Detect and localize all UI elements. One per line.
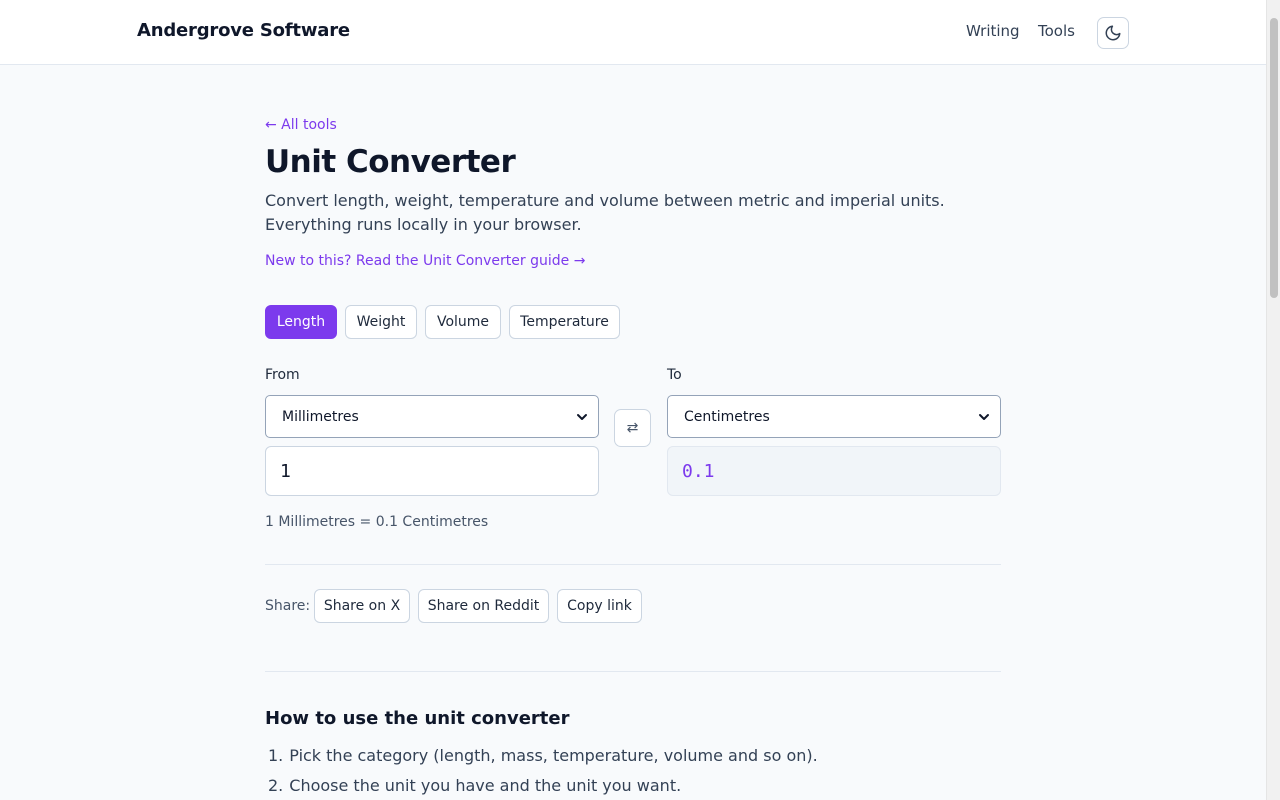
description-line-1: Convert length, weight, temperature and … bbox=[265, 191, 945, 210]
category-length-button[interactable]: Length bbox=[265, 305, 337, 339]
step-number: 2. bbox=[268, 776, 284, 795]
scrollbar-thumb[interactable] bbox=[1270, 18, 1278, 298]
divider bbox=[265, 564, 1001, 565]
chevron-down-icon bbox=[979, 414, 989, 420]
step-number: 1. bbox=[268, 746, 284, 765]
share-reddit-button[interactable]: Share on Reddit bbox=[418, 589, 549, 623]
from-unit-select[interactable]: Millimetres bbox=[265, 395, 599, 438]
from-label: From bbox=[265, 367, 300, 383]
step-text: Choose the unit you have and the unit yo… bbox=[289, 776, 682, 795]
moon-icon bbox=[1105, 25, 1121, 41]
site-header: Andergrove Software Writing Tools bbox=[0, 0, 1266, 65]
all-tools-link[interactable]: ← All tools bbox=[265, 117, 337, 133]
to-value-output: 0.1 bbox=[667, 446, 1001, 496]
share-x-button[interactable]: Share on X bbox=[314, 589, 410, 623]
list-item: 1. Pick the category (length, mass, tempe… bbox=[265, 744, 818, 774]
howto-steps: 1. Pick the category (length, mass, tempe… bbox=[265, 744, 818, 800]
guide-link[interactable]: New to this? Read the Unit Converter gui… bbox=[265, 253, 585, 269]
nav-writing-link[interactable]: Writing bbox=[966, 22, 1020, 40]
page-description: Convert length, weight, temperature and … bbox=[265, 189, 965, 237]
category-weight-button[interactable]: Weight bbox=[345, 305, 417, 339]
page-scrollbar[interactable] bbox=[1266, 0, 1280, 800]
page-title: Unit Converter bbox=[265, 144, 516, 180]
chevron-down-icon bbox=[577, 414, 587, 420]
from-unit-value: Millimetres bbox=[282, 408, 359, 425]
category-volume-button[interactable]: Volume bbox=[425, 305, 501, 339]
to-unit-value: Centimetres bbox=[684, 408, 770, 425]
step-text: Pick the category (length, mass, tempera… bbox=[289, 746, 818, 765]
from-value-input[interactable]: 1 bbox=[265, 446, 599, 496]
category-temperature-button[interactable]: Temperature bbox=[509, 305, 620, 339]
to-label: To bbox=[667, 367, 682, 383]
list-item: 2. Choose the unit you have and the unit … bbox=[265, 774, 818, 800]
description-line-2: Everything runs locally in your browser. bbox=[265, 215, 582, 234]
theme-toggle-button[interactable] bbox=[1097, 17, 1129, 49]
howto-heading: How to use the unit converter bbox=[265, 708, 570, 729]
nav-tools-link[interactable]: Tools bbox=[1038, 22, 1075, 40]
copy-link-button[interactable]: Copy link bbox=[557, 589, 642, 623]
conversion-result: 1 Millimetres = 0.1 Centimetres bbox=[265, 514, 489, 530]
divider bbox=[265, 671, 1001, 672]
swap-icon: ⇄ bbox=[626, 420, 639, 436]
swap-units-button[interactable]: ⇄ bbox=[614, 409, 651, 447]
share-label: Share: bbox=[265, 598, 311, 614]
to-unit-select[interactable]: Centimetres bbox=[667, 395, 1001, 438]
brand-logo[interactable]: Andergrove Software bbox=[137, 20, 350, 41]
